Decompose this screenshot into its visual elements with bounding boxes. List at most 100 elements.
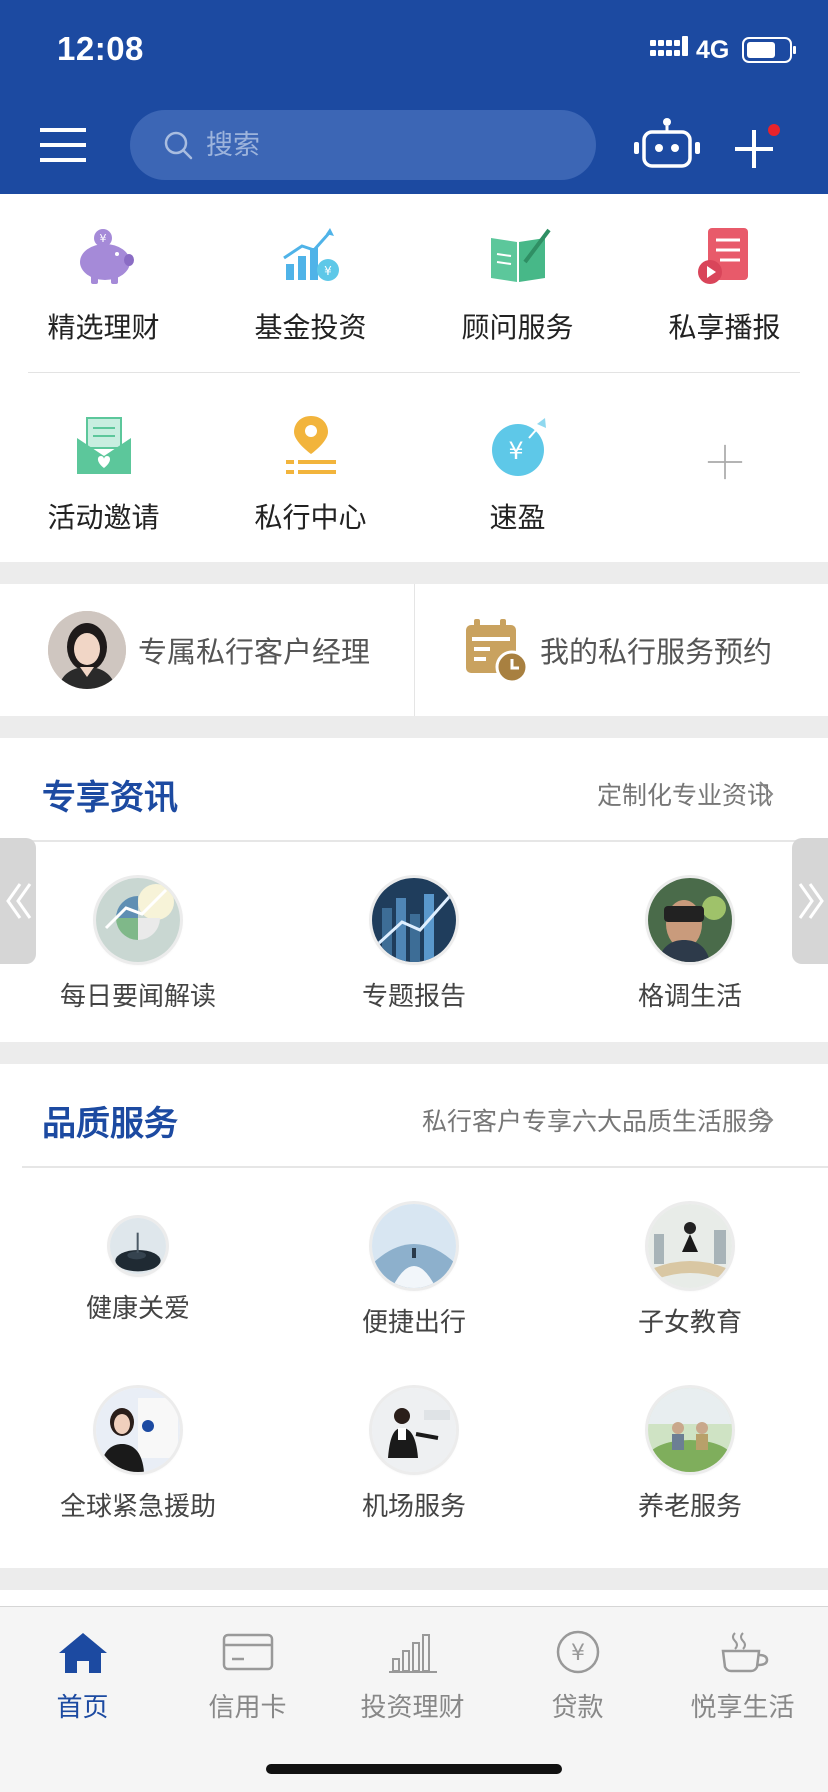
- tab-label: 贷款: [551, 1693, 604, 1723]
- news-item-label: 格调生活: [637, 982, 742, 1012]
- signal-icon: [650, 36, 688, 56]
- service-section-title: 品质服务: [42, 1104, 178, 1144]
- manager-label: 专属私行客户经理: [138, 635, 371, 669]
- service-item-emergency[interactable]: 全球紧急援助: [0, 1388, 276, 1523]
- plus-icon: [707, 444, 742, 480]
- status-time: 12:08: [57, 30, 144, 67]
- scroll-play-icon: [697, 228, 748, 284]
- search-input[interactable]: [206, 129, 566, 161]
- news-item-label: 专题报告: [361, 982, 466, 1012]
- robot-assistant-icon[interactable]: [630, 116, 704, 172]
- quick-item-suying[interactable]: ¥ 速盈: [414, 412, 621, 536]
- location-pin-icon: [285, 416, 336, 474]
- tab-loan[interactable]: ¥ 贷款: [495, 1629, 660, 1724]
- tab-credit-card[interactable]: 信用卡: [165, 1629, 330, 1724]
- service-item-education[interactable]: 子女教育: [552, 1204, 828, 1339]
- quick-item-label: 活动邀请: [47, 501, 160, 534]
- news-item-report[interactable]: 专题报告: [276, 878, 552, 1013]
- book-pen-icon: [490, 228, 551, 282]
- bar-chart-icon: [388, 1634, 437, 1673]
- tab-investment[interactable]: 投资理财: [330, 1629, 495, 1724]
- quick-item-label: 基金投资: [254, 311, 367, 344]
- section-divider: [22, 1166, 828, 1168]
- home-indicator: [266, 1764, 562, 1774]
- quick-item-label: 顾问服务: [461, 311, 574, 344]
- tab-home[interactable]: 首页: [0, 1629, 165, 1724]
- tab-label: 投资理财: [360, 1693, 465, 1723]
- double-chevron-left-icon: [6, 883, 32, 919]
- news-more-link[interactable]: 定制化专业资讯: [597, 776, 772, 812]
- service-section: 品质服务 私行客户专享六大品质生活服务 健康关爱 便捷出行 子女教育 全球紧急援…: [0, 1064, 828, 1568]
- service-item-health[interactable]: 健康关爱: [0, 1204, 276, 1325]
- service-item-label: 子女教育: [637, 1308, 742, 1338]
- news-item-daily[interactable]: 每日要闻解读: [0, 878, 276, 1013]
- growth-chart-icon: ¥: [282, 228, 339, 281]
- coffee-cup-icon: [721, 1632, 768, 1673]
- news-item-label: 每日要闻解读: [59, 982, 216, 1012]
- service-appointment-button[interactable]: 我的私行服务预约: [462, 584, 772, 716]
- quick-item-advisory[interactable]: 顾问服务: [414, 222, 621, 346]
- news-section: 专享资讯 定制化专业资讯 每日要闻解读 专题报告 格调生活: [0, 738, 828, 1042]
- quick-item-label: 速盈: [489, 501, 546, 534]
- quick-item-label: 私行中心: [254, 501, 367, 534]
- chevron-right-icon: [759, 781, 774, 807]
- service-item-label: 全球紧急援助: [59, 1492, 216, 1522]
- scroll-right-button[interactable]: [792, 838, 828, 964]
- notification-dot: [768, 124, 780, 136]
- search-icon: [164, 131, 193, 160]
- quick-item-add-more[interactable]: [621, 442, 828, 482]
- news-section-title: 专享资讯: [42, 778, 178, 818]
- calendar-clock-icon: [466, 619, 529, 684]
- svg-text:¥: ¥: [508, 437, 523, 465]
- service-item-label: 机场服务: [361, 1492, 466, 1522]
- advisor-row: 专属私行客户经理 我的私行服务预约: [0, 584, 828, 716]
- service-thumbnail: [96, 1388, 180, 1472]
- piggy-bank-icon: ¥: [79, 229, 134, 284]
- private-manager-button[interactable]: 专属私行客户经理: [48, 584, 370, 716]
- service-thumbnail: [372, 1204, 456, 1288]
- service-item-elderly-care[interactable]: 养老服务: [552, 1388, 828, 1523]
- quick-item-private-center[interactable]: 私行中心: [207, 412, 414, 536]
- service-item-airport[interactable]: 机场服务: [276, 1388, 552, 1523]
- credit-card-icon: [222, 1633, 273, 1671]
- quick-item-label: 精选理财: [47, 311, 160, 344]
- svg-text:¥: ¥: [324, 264, 332, 278]
- news-thumbnail: [648, 878, 732, 962]
- service-more-link[interactable]: 私行客户专享六大品质生活服务: [422, 1102, 772, 1138]
- manager-avatar: [48, 611, 126, 689]
- service-thumbnail: [110, 1218, 166, 1274]
- search-bar[interactable]: [130, 110, 596, 180]
- service-item-label: 便捷出行: [361, 1308, 466, 1338]
- appointment-label: 我的私行服务预约: [540, 635, 773, 669]
- service-item-label: 健康关爱: [85, 1294, 190, 1324]
- tab-label: 悦享生活: [690, 1693, 795, 1723]
- service-thumbnail: [372, 1388, 456, 1472]
- quick-item-fund[interactable]: ¥ 基金投资: [207, 222, 414, 346]
- app-header: 12:08 4G: [0, 0, 828, 194]
- chevron-right-icon: [759, 1107, 774, 1133]
- add-plus-icon[interactable]: [732, 122, 782, 172]
- grid-divider: [28, 372, 800, 373]
- service-thumbnail: [648, 1204, 732, 1288]
- advisor-separator: [414, 584, 415, 716]
- home-icon: [58, 1633, 107, 1673]
- quick-item-wealth[interactable]: ¥ 精选理财: [0, 222, 207, 346]
- svg-text:¥: ¥: [99, 232, 106, 245]
- quick-item-label: 私享播报: [668, 311, 781, 344]
- service-thumbnail: [648, 1388, 732, 1472]
- news-thumbnail: [372, 878, 456, 962]
- news-thumbnail: [96, 878, 180, 962]
- news-item-lifestyle[interactable]: 格调生活: [552, 878, 828, 1013]
- section-divider: [0, 840, 828, 842]
- double-chevron-right-icon: [798, 883, 824, 919]
- service-item-travel[interactable]: 便捷出行: [276, 1204, 552, 1339]
- scroll-left-button[interactable]: [0, 838, 36, 964]
- tab-lifestyle[interactable]: 悦享生活: [660, 1629, 825, 1724]
- invitation-envelope-icon: [76, 417, 131, 474]
- battery-icon: [742, 37, 796, 63]
- quick-menu-grid: ¥ 精选理财 ¥ 基金投资 顾问服务 私享播报 活动邀请 私行中心 ¥ 速盈: [0, 194, 828, 562]
- quick-item-event-invite[interactable]: 活动邀请: [0, 412, 207, 536]
- hamburger-menu-icon[interactable]: [38, 126, 88, 164]
- quick-item-broadcast[interactable]: 私享播报: [621, 222, 828, 346]
- service-item-label: 养老服务: [637, 1492, 742, 1522]
